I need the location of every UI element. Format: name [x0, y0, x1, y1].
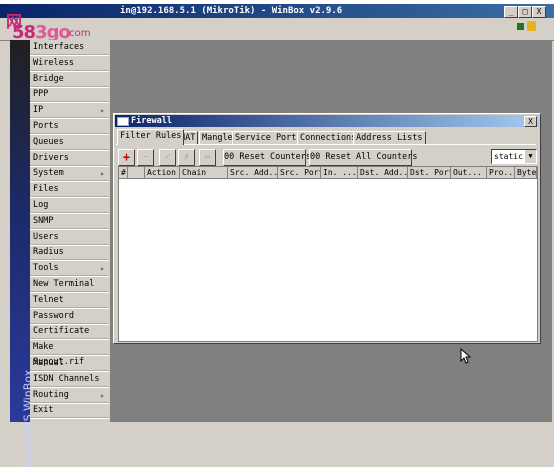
sidebar-item-users[interactable]: Users	[30, 230, 109, 246]
sidebar-item-label: Drivers	[33, 152, 69, 163]
sidebar-item-label: Interfaces	[33, 42, 85, 52]
sidebar-item-label: Certificate	[33, 326, 90, 337]
lock-icon	[527, 21, 536, 31]
col-header-in-interface[interactable]: In. ...	[321, 167, 358, 179]
col-header-chain[interactable]: Chain	[180, 167, 228, 179]
sidebar-item-label: Users	[33, 231, 59, 242]
watermark-logo: 网 583go .com	[4, 8, 114, 44]
submenu-arrow-icon: ▸	[100, 169, 105, 179]
col-header-flag[interactable]	[128, 167, 145, 179]
sidebar-item-manual[interactable]: Manual	[30, 356, 109, 372]
sidebar-item-radius[interactable]: Radius	[30, 245, 109, 262]
window-icon	[117, 117, 129, 126]
reset-counters-button[interactable]: 00 Reset Counters	[223, 149, 311, 166]
rules-table[interactable]: # Action Chain Src. Add... Src. Port In.…	[118, 166, 538, 342]
sidebar-item-tools[interactable]: Tools ▸	[30, 261, 109, 278]
submenu-arrow-icon: ▸	[100, 264, 105, 274]
sidebar-item-snmp[interactable]: SNMP	[30, 214, 109, 230]
minimize-button[interactable]: _	[504, 6, 518, 18]
firewall-title: Firewall	[131, 116, 172, 126]
sidebar-item-label: ISDN Channels	[33, 373, 100, 384]
sidebar-item-new-terminal[interactable]: New Terminal	[30, 277, 109, 293]
remove-icon[interactable]: −	[137, 149, 154, 166]
filter-select[interactable]: static ▼	[491, 149, 537, 164]
sidebar-item-ppp[interactable]: PPP	[30, 87, 109, 104]
watermark-line3: .com	[66, 28, 91, 39]
sidebar-item-password[interactable]: Password	[30, 309, 109, 325]
sidebar-item-label: Radius	[33, 247, 64, 258]
sidebar-item-certificate[interactable]: Certificate	[30, 324, 109, 341]
status-indicator-icon	[517, 23, 524, 30]
col-header-src-address[interactable]: Src. Add...	[228, 167, 278, 179]
add-icon[interactable]: +	[118, 149, 135, 166]
tab-connections[interactable]: Connections	[297, 131, 360, 145]
col-header-number[interactable]: #	[119, 167, 128, 179]
sidebar-item-label: Log	[33, 200, 49, 210]
sidebar-item-routing[interactable]: Routing ▸	[30, 388, 109, 404]
firewall-title-bar[interactable]: Firewall	[115, 115, 539, 127]
col-header-protocol[interactable]: Pro...	[487, 167, 515, 179]
sidebar-brand-bar: RouterOS WinBox	[10, 40, 35, 467]
sidebar-item-ports[interactable]: Ports	[30, 119, 109, 135]
sidebar-item-bridge[interactable]: Bridge	[30, 72, 109, 88]
col-header-dst-address[interactable]: Dst. Add...	[358, 167, 408, 179]
sidebar-item-files[interactable]: Files	[30, 182, 109, 199]
maximize-button[interactable]: □	[518, 6, 532, 18]
enable-icon[interactable]: ✓	[159, 149, 176, 166]
sidebar-item-label: SNMP	[33, 215, 54, 226]
sidebar-item-label: System	[33, 168, 64, 179]
sidebar-item-wireless[interactable]: Wireless	[30, 56, 109, 72]
mouse-cursor-icon	[460, 348, 472, 364]
sidebar-item-label: Routing	[33, 389, 69, 400]
sidebar-item-label: IP	[33, 105, 44, 116]
filter-select-value: static	[494, 152, 523, 161]
col-header-src-port[interactable]: Src. Port	[278, 167, 321, 179]
sidebar-item-queues[interactable]: Queues	[30, 135, 109, 151]
sidebar-item-label: Bridge	[33, 73, 64, 84]
chevron-down-icon[interactable]: ▼	[525, 150, 536, 163]
sidebar-item-label: Telnet	[33, 294, 64, 305]
sidebar-item-label: Files	[33, 184, 59, 195]
sidebar-item-make-supout-rif[interactable]: Make Supout.rif	[30, 340, 109, 367]
reset-all-counters-button[interactable]: 00 Reset All Counters	[309, 149, 417, 166]
submenu-arrow-icon: ▸	[100, 106, 105, 116]
tab-filter-rules[interactable]: Filter Rules	[117, 129, 185, 145]
comment-icon[interactable]: ▭	[199, 149, 216, 166]
tab-service-ports[interactable]: Service Ports	[232, 131, 305, 145]
tab-mangle[interactable]: Mangle	[199, 131, 236, 145]
window-title: in@192.168.5.1 (MikroTik) - WinBox v2.9.…	[120, 6, 343, 16]
sidebar-item-label: Queues	[33, 136, 64, 147]
sidebar-item-label: New Terminal	[33, 279, 95, 289]
sidebar-menu: Interfaces Wireless Bridge PPP IP ▸ Ports Queue…	[30, 40, 111, 422]
sidebar-item-system[interactable]: System ▸	[30, 166, 109, 183]
sidebar-item-label: Exit	[33, 405, 54, 416]
sidebar-item-label: PPP	[33, 89, 49, 100]
col-header-bytes[interactable]: Byte	[515, 167, 537, 179]
firewall-window: Firewall X Filter Rules NAT Mangle Servi…	[113, 113, 541, 344]
submenu-arrow-icon: ▸	[100, 390, 105, 400]
col-header-action[interactable]: Action	[145, 167, 180, 179]
sidebar-item-label: Manual	[33, 358, 64, 368]
sidebar-item-label: Ports	[33, 121, 59, 131]
disable-icon[interactable]: ✗	[178, 149, 195, 166]
sidebar-item-label: Wireless	[33, 57, 74, 68]
col-header-out-interface[interactable]: Out...	[451, 167, 487, 179]
close-button[interactable]: X	[532, 6, 546, 18]
sidebar-item-label: Password	[33, 310, 74, 321]
tab-address-lists[interactable]: Address Lists	[353, 131, 426, 145]
sidebar-item-label: Tools	[33, 263, 59, 274]
col-header-dst-port[interactable]: Dst. Port	[408, 167, 451, 179]
sidebar-item-telnet[interactable]: Telnet	[30, 293, 109, 309]
sidebar-item-log[interactable]: Log	[30, 198, 109, 214]
sidebar-item-interfaces[interactable]: Interfaces	[30, 40, 109, 56]
sidebar-item-isdn-channels[interactable]: ISDN Channels	[30, 372, 109, 388]
sidebar-item-exit[interactable]: Exit	[30, 403, 109, 420]
sidebar-item-ip[interactable]: IP ▸	[30, 103, 109, 120]
sidebar-item-drivers[interactable]: Drivers	[30, 151, 109, 167]
firewall-close-button[interactable]: X	[524, 116, 537, 127]
